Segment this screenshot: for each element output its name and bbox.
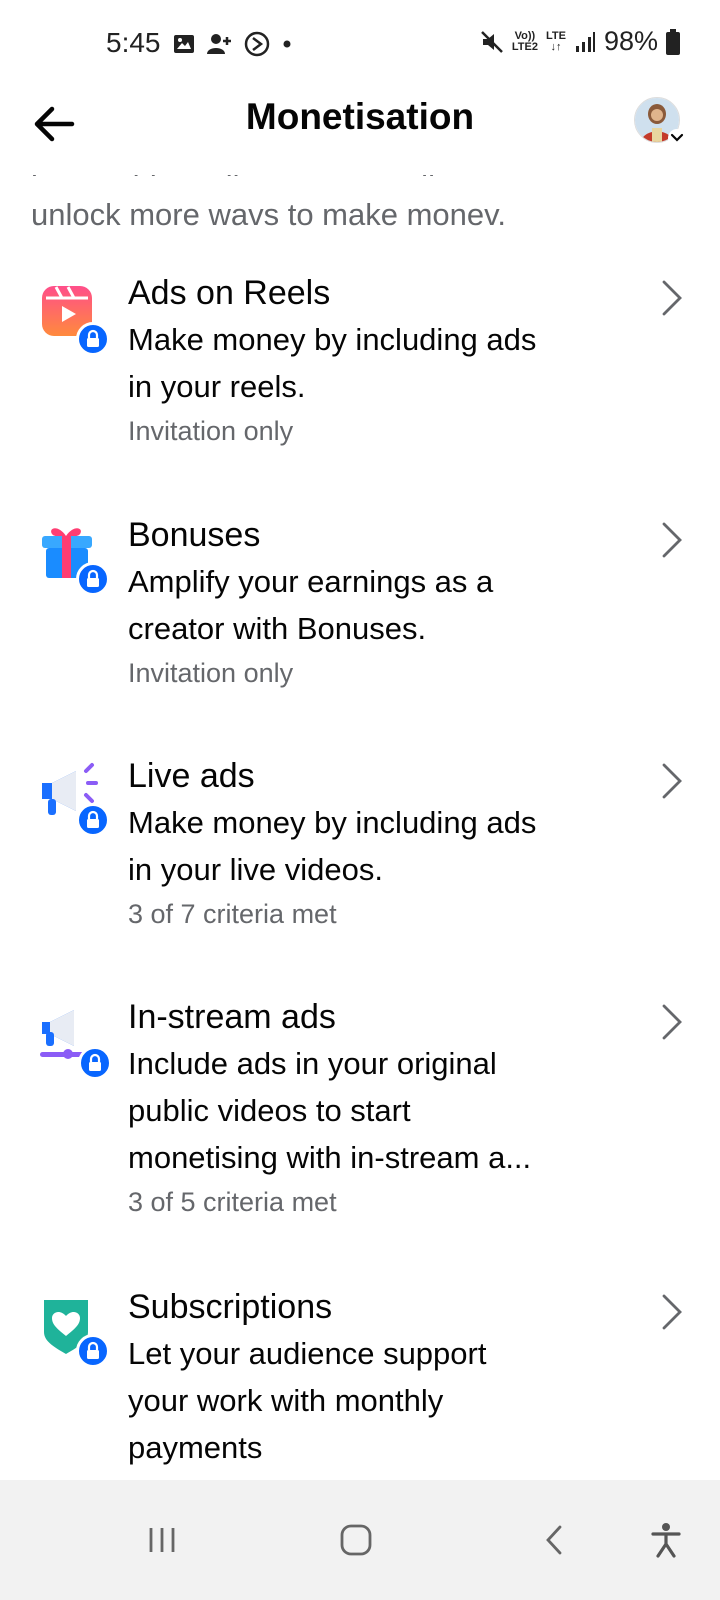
chevron-down-icon xyxy=(668,129,686,147)
back-nav-button[interactable] xyxy=(524,1510,584,1570)
item-texts: Live ads Make money by including ads in … xyxy=(128,753,638,933)
item-texts: Bonuses Amplify your earnings as a creat… xyxy=(128,512,638,692)
accessibility-icon xyxy=(651,1523,681,1558)
item-desc-line: Make money by including ads xyxy=(128,322,537,357)
list-item-subscriptions[interactable]: Subscriptions Let your audience support … xyxy=(0,1284,720,1480)
page-title: Monetisation xyxy=(245,96,475,137)
data-arrows-icon: ↓↑ xyxy=(550,40,562,53)
mute-icon xyxy=(481,30,503,53)
item-title: Ads on Reels xyxy=(128,274,331,312)
item-texts: Subscriptions Let your audience support … xyxy=(128,1284,638,1471)
lock-badge-icon xyxy=(76,322,110,356)
reels-icon xyxy=(38,280,110,356)
instream-megaphone-icon xyxy=(38,1002,112,1080)
item-status: 3 of 7 criteria met xyxy=(128,899,337,929)
list-item-bonuses[interactable]: Bonuses Amplify your earnings as a creat… xyxy=(0,512,720,732)
monetisation-list[interactable]: by reaching milestones, you'll unlock mo… xyxy=(0,168,720,1480)
item-desc-line: payments xyxy=(128,1430,263,1465)
item-desc-line: Make money by including ads xyxy=(128,805,537,840)
item-desc-line: creator with Bonuses. xyxy=(128,611,427,646)
chevron-right-icon xyxy=(662,1004,682,1040)
item-desc-line: in your reels. xyxy=(128,369,306,404)
gallery-icon xyxy=(174,35,194,53)
status-right-icons: Vo)) LTE2 LTE ↓↑ 98% xyxy=(480,26,680,57)
home-icon xyxy=(340,1524,372,1556)
item-status: Invitation only xyxy=(128,658,294,688)
dot-icon xyxy=(283,40,291,48)
lock-badge-icon xyxy=(78,1046,112,1080)
item-desc-line: Include ads in your original xyxy=(128,1046,497,1081)
volte-indicator: Vo)) LTE2 xyxy=(511,29,538,53)
megaphone-icon xyxy=(38,761,110,837)
item-desc-line: in your live videos. xyxy=(128,852,384,887)
intro-visible-line: unlock more wavs to make monev. xyxy=(31,197,506,232)
home-button[interactable] xyxy=(326,1510,386,1570)
list-item-ads-on-reels[interactable]: Ads on Reels Make money by including ads… xyxy=(0,270,720,490)
status-bar: 5:45 Vo)) LTE2 LTE ↓↑ 98% xyxy=(0,0,720,88)
app-header: Monetisation xyxy=(0,88,720,168)
sync-icon xyxy=(244,31,270,57)
item-desc-line: your work with monthly xyxy=(128,1383,444,1418)
item-status: Invitation only xyxy=(128,416,294,446)
person-add-icon xyxy=(207,34,231,54)
item-status: 3 of 5 criteria met xyxy=(128,1187,337,1217)
volte-label: Vo)) xyxy=(514,29,536,42)
lock-badge-icon xyxy=(76,1334,110,1368)
recents-button[interactable] xyxy=(132,1510,192,1570)
lte-indicator: LTE ↓↑ xyxy=(545,29,566,53)
list-item-live-ads[interactable]: Live ads Make money by including ads in … xyxy=(0,753,720,973)
list-item-in-stream-ads[interactable]: In-stream ads Include ads in your origin… xyxy=(0,994,720,1264)
profile-switcher[interactable] xyxy=(634,97,686,147)
item-desc-line: monetising with in-stream a... xyxy=(128,1140,532,1175)
item-title: Bonuses xyxy=(128,516,261,554)
recents-icon xyxy=(149,1528,175,1552)
intro-text: by reaching milestones, you'll unlock mo… xyxy=(31,169,671,238)
item-texts: In-stream ads Include ads in your origin… xyxy=(128,994,638,1221)
accessibility-button[interactable] xyxy=(636,1510,696,1570)
heart-shield-icon xyxy=(38,1292,110,1368)
status-time: 5:45 xyxy=(106,27,161,58)
lock-badge-icon xyxy=(76,803,110,837)
item-texts: Ads on Reels Make money by including ads… xyxy=(128,270,638,450)
lock-badge-icon xyxy=(76,562,110,596)
lte2-label: LTE2 xyxy=(511,40,538,53)
lte-label: LTE xyxy=(545,29,566,42)
intro-clipped-line: by reaching milestones, you'll xyxy=(31,168,435,176)
battery-icon xyxy=(666,28,680,55)
item-title: In-stream ads xyxy=(128,998,336,1036)
battery-percent: 98% xyxy=(603,26,658,56)
signal-icon xyxy=(575,31,595,52)
back-icon xyxy=(546,1525,562,1555)
chevron-right-icon xyxy=(662,763,682,799)
chevron-right-icon xyxy=(662,1294,682,1330)
item-title: Live ads xyxy=(128,757,255,795)
system-nav-bar xyxy=(0,1480,720,1600)
item-title: Subscriptions xyxy=(128,1288,333,1326)
item-desc-line: Amplify your earnings as a xyxy=(128,564,494,599)
chevron-right-icon xyxy=(662,280,682,316)
gift-icon xyxy=(38,520,110,596)
status-left-icons xyxy=(173,30,293,58)
item-desc-line: Let your audience support xyxy=(128,1336,487,1371)
chevron-right-icon xyxy=(662,522,682,558)
item-desc-line: public videos to start xyxy=(128,1093,411,1128)
